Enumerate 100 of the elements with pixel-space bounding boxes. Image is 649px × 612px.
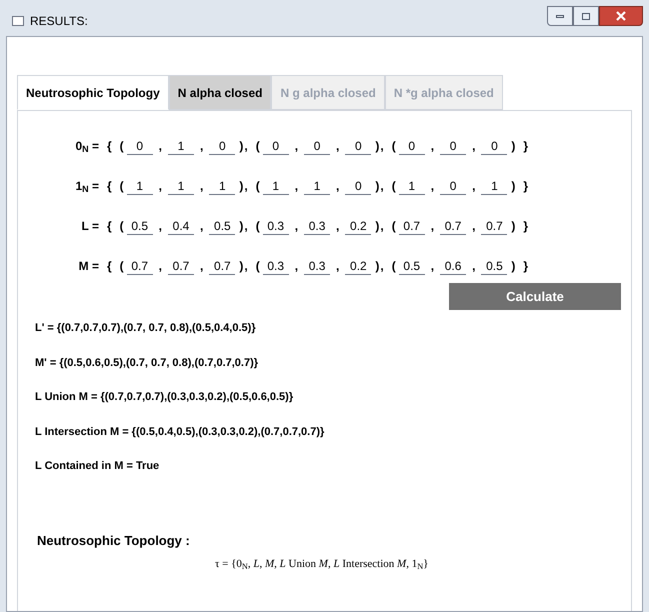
comma: , bbox=[244, 218, 248, 235]
paren: ) bbox=[511, 138, 516, 155]
paren: ) bbox=[375, 138, 380, 155]
comma: , bbox=[380, 138, 384, 155]
comma: , bbox=[200, 218, 204, 235]
value-field[interactable]: 1 bbox=[304, 178, 330, 195]
set-label: 1$_{N}$ = bbox=[74, 178, 100, 195]
value-field[interactable]: 0.2 bbox=[345, 218, 372, 235]
value-field[interactable]: 0.5 bbox=[481, 258, 508, 275]
set-label: M = bbox=[78, 258, 100, 275]
value-field[interactable]: 0.3 bbox=[304, 258, 330, 275]
value-field[interactable]: 0 bbox=[345, 138, 372, 155]
comma: , bbox=[294, 258, 298, 275]
comma: , bbox=[430, 178, 434, 195]
value-field[interactable]: 0 bbox=[126, 138, 153, 155]
paren: ) bbox=[375, 178, 380, 195]
paren: ( bbox=[256, 178, 260, 195]
comma: , bbox=[380, 258, 384, 275]
tab[interactable]: Neutrosophic Topology bbox=[17, 75, 169, 110]
comma: , bbox=[472, 218, 476, 235]
comma: , bbox=[472, 258, 476, 275]
value-field[interactable]: 0.7 bbox=[481, 218, 508, 235]
tab[interactable]: N alpha closed bbox=[168, 75, 272, 110]
comma: , bbox=[244, 258, 248, 275]
value-field[interactable]: 0.3 bbox=[262, 258, 289, 275]
result-text: L' = {(0.7,0.7,0.7),(0.7, 0.7, 0.8),(0.5,0.4,0.5)} bbox=[35, 321, 257, 336]
window-title: RESULTS: bbox=[30, 13, 88, 30]
value-field[interactable]: 1 bbox=[168, 178, 194, 195]
brace: { bbox=[107, 258, 112, 275]
paren: ( bbox=[392, 138, 396, 155]
calculate-button[interactable]: Calculate bbox=[449, 283, 621, 310]
value-field[interactable]: 0 bbox=[440, 178, 466, 195]
paren: ( bbox=[120, 258, 124, 275]
topology-formula: τ = {0$_{N}$, L, M, L Union M, L Intersection M, 1$_{N}$} bbox=[215, 557, 430, 572]
brace: } bbox=[523, 138, 528, 155]
brace: } bbox=[523, 178, 528, 195]
value-field[interactable]: 0 bbox=[345, 178, 372, 195]
comma: , bbox=[380, 218, 384, 235]
paren: ) bbox=[511, 258, 516, 275]
value-field[interactable]: 0.5 bbox=[398, 258, 425, 275]
comma: , bbox=[158, 178, 162, 195]
brace: } bbox=[523, 218, 528, 235]
value-field[interactable]: 0 bbox=[440, 138, 466, 155]
value-field[interactable]: 0.7 bbox=[440, 218, 466, 235]
comma: , bbox=[430, 218, 434, 235]
paren: ) bbox=[239, 138, 244, 155]
paren: ( bbox=[256, 258, 260, 275]
comma: , bbox=[244, 138, 248, 155]
paren: ( bbox=[392, 218, 396, 235]
value-field[interactable]: 1 bbox=[398, 178, 425, 195]
paren: ( bbox=[120, 218, 124, 235]
result-text: L Contained in M = True bbox=[35, 459, 160, 474]
comma: , bbox=[244, 178, 248, 195]
value-field[interactable]: 0.7 bbox=[398, 218, 425, 235]
comma: , bbox=[158, 218, 162, 235]
comma: , bbox=[430, 258, 434, 275]
comma: , bbox=[380, 178, 384, 195]
value-field[interactable]: 1 bbox=[126, 178, 153, 195]
comma: , bbox=[158, 138, 162, 155]
comma: , bbox=[472, 178, 476, 195]
paren: ) bbox=[511, 218, 516, 235]
maximize-button[interactable] bbox=[573, 6, 599, 26]
value-field[interactable]: 1 bbox=[262, 178, 289, 195]
close-icon bbox=[616, 11, 626, 21]
value-field[interactable]: 0.7 bbox=[209, 258, 236, 275]
paren: ) bbox=[239, 258, 244, 275]
comma: , bbox=[336, 218, 340, 235]
paren: ( bbox=[120, 138, 124, 155]
value-field[interactable]: 0.5 bbox=[126, 218, 153, 235]
paren: ( bbox=[120, 178, 124, 195]
close-button[interactable] bbox=[599, 6, 643, 26]
value-field[interactable]: 0 bbox=[209, 138, 236, 155]
value-field[interactable]: 1 bbox=[168, 138, 194, 155]
value-field[interactable]: 0.5 bbox=[209, 218, 236, 235]
brace: { bbox=[107, 178, 112, 195]
value-field[interactable]: 0.7 bbox=[126, 258, 153, 275]
comma: , bbox=[336, 258, 340, 275]
comma: , bbox=[200, 258, 204, 275]
value-field[interactable]: 0.2 bbox=[345, 258, 372, 275]
value-field[interactable]: 0.4 bbox=[168, 218, 194, 235]
value-field[interactable]: 0 bbox=[481, 138, 508, 155]
value-field[interactable]: 0.6 bbox=[440, 258, 466, 275]
value-field[interactable]: 0.3 bbox=[304, 218, 330, 235]
value-field[interactable]: 1 bbox=[481, 178, 508, 195]
paren: ) bbox=[375, 258, 380, 275]
comma: , bbox=[200, 178, 204, 195]
value-field[interactable]: 0.7 bbox=[168, 258, 194, 275]
brace: { bbox=[107, 218, 112, 235]
value-field[interactable]: 0 bbox=[262, 138, 289, 155]
topology-heading: Neutrosophic Topology : bbox=[37, 532, 191, 550]
comma: , bbox=[294, 218, 298, 235]
comma: , bbox=[294, 178, 298, 195]
value-field[interactable]: 1 bbox=[209, 178, 236, 195]
value-field[interactable]: 0.3 bbox=[262, 218, 289, 235]
value-field[interactable]: 0 bbox=[304, 138, 330, 155]
minimize-button[interactable] bbox=[547, 6, 573, 26]
value-field[interactable]: 0 bbox=[398, 138, 425, 155]
comma: , bbox=[294, 138, 298, 155]
brace: } bbox=[523, 258, 528, 275]
paren: ( bbox=[256, 218, 260, 235]
